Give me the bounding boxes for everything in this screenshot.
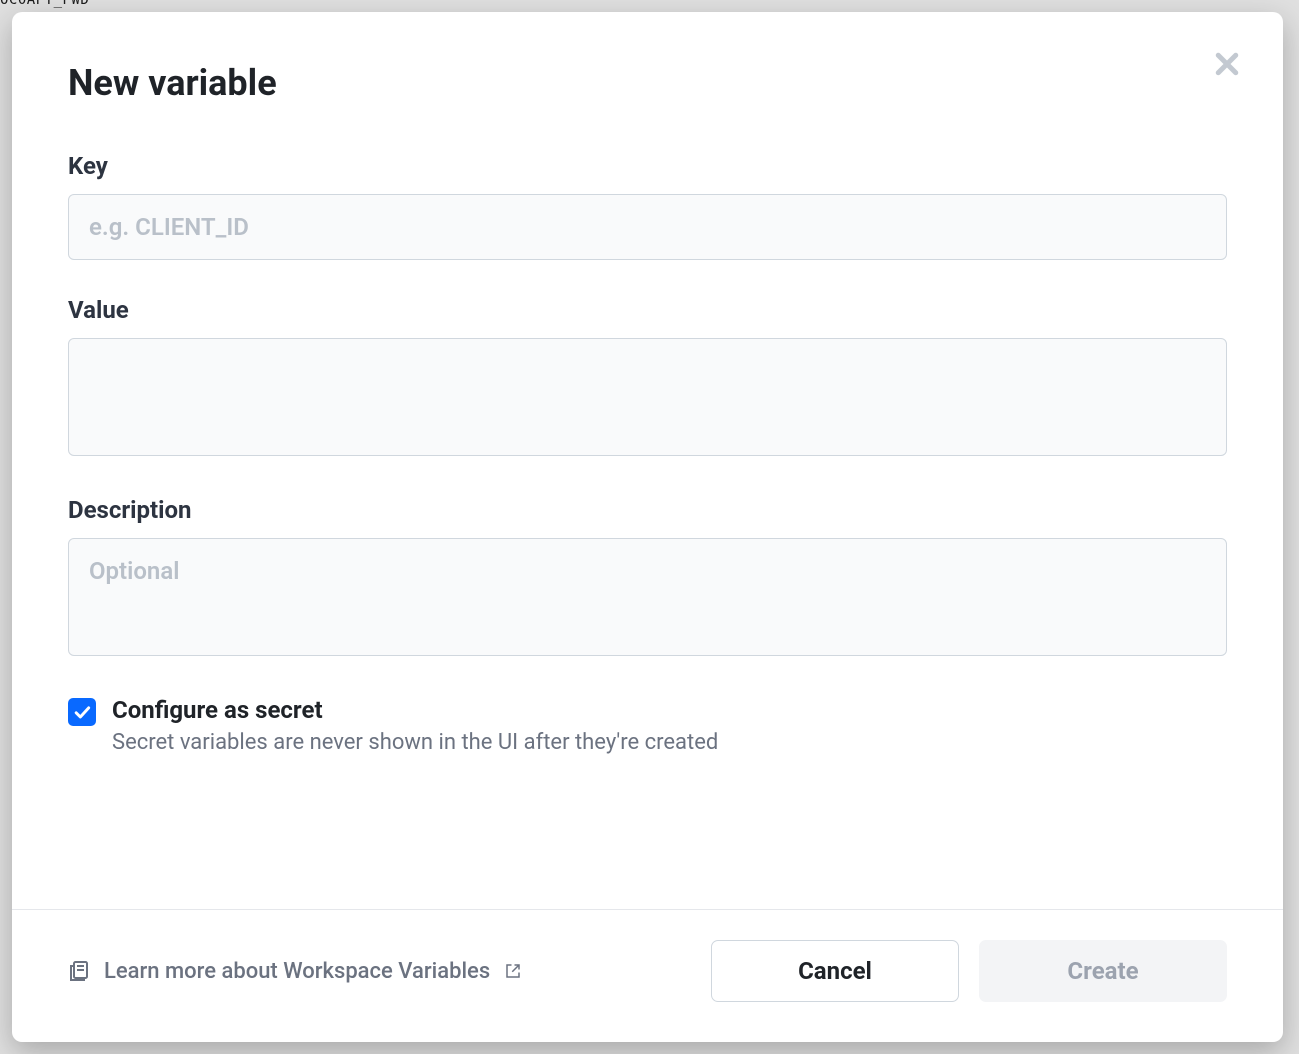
description-label: Description bbox=[68, 496, 1227, 524]
field-group-value: Value bbox=[68, 296, 1227, 460]
new-variable-modal: New variable Key Value Description Confi… bbox=[12, 12, 1283, 1042]
description-input[interactable] bbox=[68, 538, 1227, 656]
value-input[interactable] bbox=[68, 338, 1227, 456]
learn-more-text: Learn more about Workspace Variables bbox=[104, 959, 490, 984]
checkbox-texts: Configure as secret Secret variables are… bbox=[112, 696, 1227, 755]
secret-checkbox-row: Configure as secret Secret variables are… bbox=[68, 696, 1227, 755]
modal-footer: Learn more about Workspace Variables Can… bbox=[12, 909, 1283, 1042]
close-icon bbox=[1212, 49, 1242, 79]
key-input[interactable] bbox=[68, 194, 1227, 260]
modal-body: New variable Key Value Description Confi… bbox=[12, 12, 1283, 909]
key-label: Key bbox=[68, 152, 1227, 180]
footer-buttons: Cancel Create bbox=[711, 940, 1227, 1002]
field-group-description: Description bbox=[68, 496, 1227, 660]
field-group-key: Key bbox=[68, 152, 1227, 260]
value-label: Value bbox=[68, 296, 1227, 324]
secret-checkbox[interactable] bbox=[68, 698, 96, 726]
check-icon bbox=[72, 702, 92, 722]
external-link-icon bbox=[504, 962, 522, 980]
bg-row-text: OC0APT_PWD bbox=[0, 0, 89, 8]
secret-checkbox-hint: Secret variables are never shown in the … bbox=[112, 730, 1227, 755]
bg-partial-row: OC0APT_PWD bbox=[0, 0, 89, 12]
create-button[interactable]: Create bbox=[979, 940, 1227, 1002]
document-icon bbox=[68, 959, 92, 983]
secret-checkbox-label: Configure as secret bbox=[112, 696, 1227, 724]
modal-title: New variable bbox=[68, 62, 1227, 104]
cancel-button[interactable]: Cancel bbox=[711, 940, 959, 1002]
learn-more-link[interactable]: Learn more about Workspace Variables bbox=[68, 959, 522, 984]
close-button[interactable] bbox=[1207, 44, 1247, 84]
